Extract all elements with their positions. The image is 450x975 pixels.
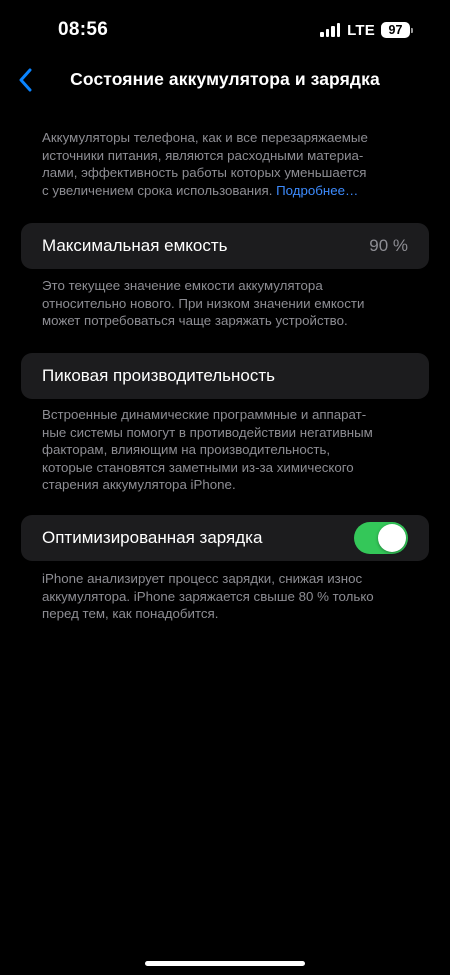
battery-nub [411, 27, 413, 33]
status-bar: 08:56 LTE 97 [0, 0, 450, 56]
desc-line: относительно нового. При низком значении… [42, 295, 365, 311]
cellular-signal-icon [320, 23, 341, 37]
intro-line-text: с увеличением срока использования. [42, 182, 273, 198]
max-capacity-cell: Максимальная емкость 90 % [21, 223, 429, 269]
battery-icon: 97 [381, 22, 413, 38]
intro-description: Аккумуляторы телефона, как и все перезар… [42, 129, 412, 199]
desc-line: Встроенные динамические программные и ап… [42, 407, 367, 422]
intro-line: с увеличением срока использования. Подро… [42, 182, 412, 200]
desc-line: аккумулятора. iPhone заряжается свыше 80… [42, 588, 374, 604]
desc-line: факторам, влияющим на производительность… [42, 442, 331, 457]
peak-performance-cell[interactable]: Пиковая производительность [21, 353, 429, 399]
intro-line: Аккумуляторы телефона, как и все перезар… [42, 130, 368, 145]
intro-line: источники питания, являются расходными м… [42, 147, 364, 163]
optimized-charging-toggle[interactable] [354, 522, 408, 554]
peak-performance-description: Встроенные динамические программные и ап… [42, 406, 412, 494]
optimized-charging-cell: Оптимизированная зарядка [21, 515, 429, 561]
page-title: Состояние аккумулятора и зарядка [70, 69, 380, 89]
status-indicators: LTE 97 [320, 21, 413, 39]
network-type: LTE [347, 21, 375, 39]
desc-line: iPhone анализирует процесс зарядки, сниж… [42, 571, 363, 586]
intro-line: лами, эффективность работы которых умень… [42, 165, 367, 180]
max-capacity-description: Это текущее значение емкости аккумулятор… [42, 277, 412, 330]
battery-level: 97 [381, 22, 410, 38]
screen: 08:56 LTE 97 Состояние аккумулятора и за… [0, 0, 450, 975]
toggle-knob [378, 524, 406, 552]
desc-line: ные системы помогут в противодействии не… [42, 424, 373, 440]
nav-bar: Состояние аккумулятора и зарядка [0, 60, 450, 100]
max-capacity-value: 90 % [369, 236, 408, 255]
desc-line: Это текущее значение емкости аккумулятор… [42, 278, 323, 293]
desc-line: которые становятся заметными из-за химич… [42, 459, 354, 475]
home-indicator[interactable] [145, 961, 305, 966]
desc-line: старения аккумулятора iPhone. [42, 477, 236, 492]
optimized-charging-label: Оптимизированная зарядка [42, 528, 263, 547]
desc-line: может потребоваться чаще заряжать устрой… [42, 313, 348, 328]
desc-line: перед тем, как понадобится. [42, 606, 219, 621]
optimized-charging-description: iPhone анализирует процесс зарядки, сниж… [42, 570, 412, 623]
peak-performance-label: Пиковая производительность [42, 366, 276, 385]
max-capacity-label: Максимальная емкость [42, 236, 228, 255]
status-time: 08:56 [58, 19, 109, 40]
learn-more-link[interactable]: Подробнее… [276, 183, 358, 198]
